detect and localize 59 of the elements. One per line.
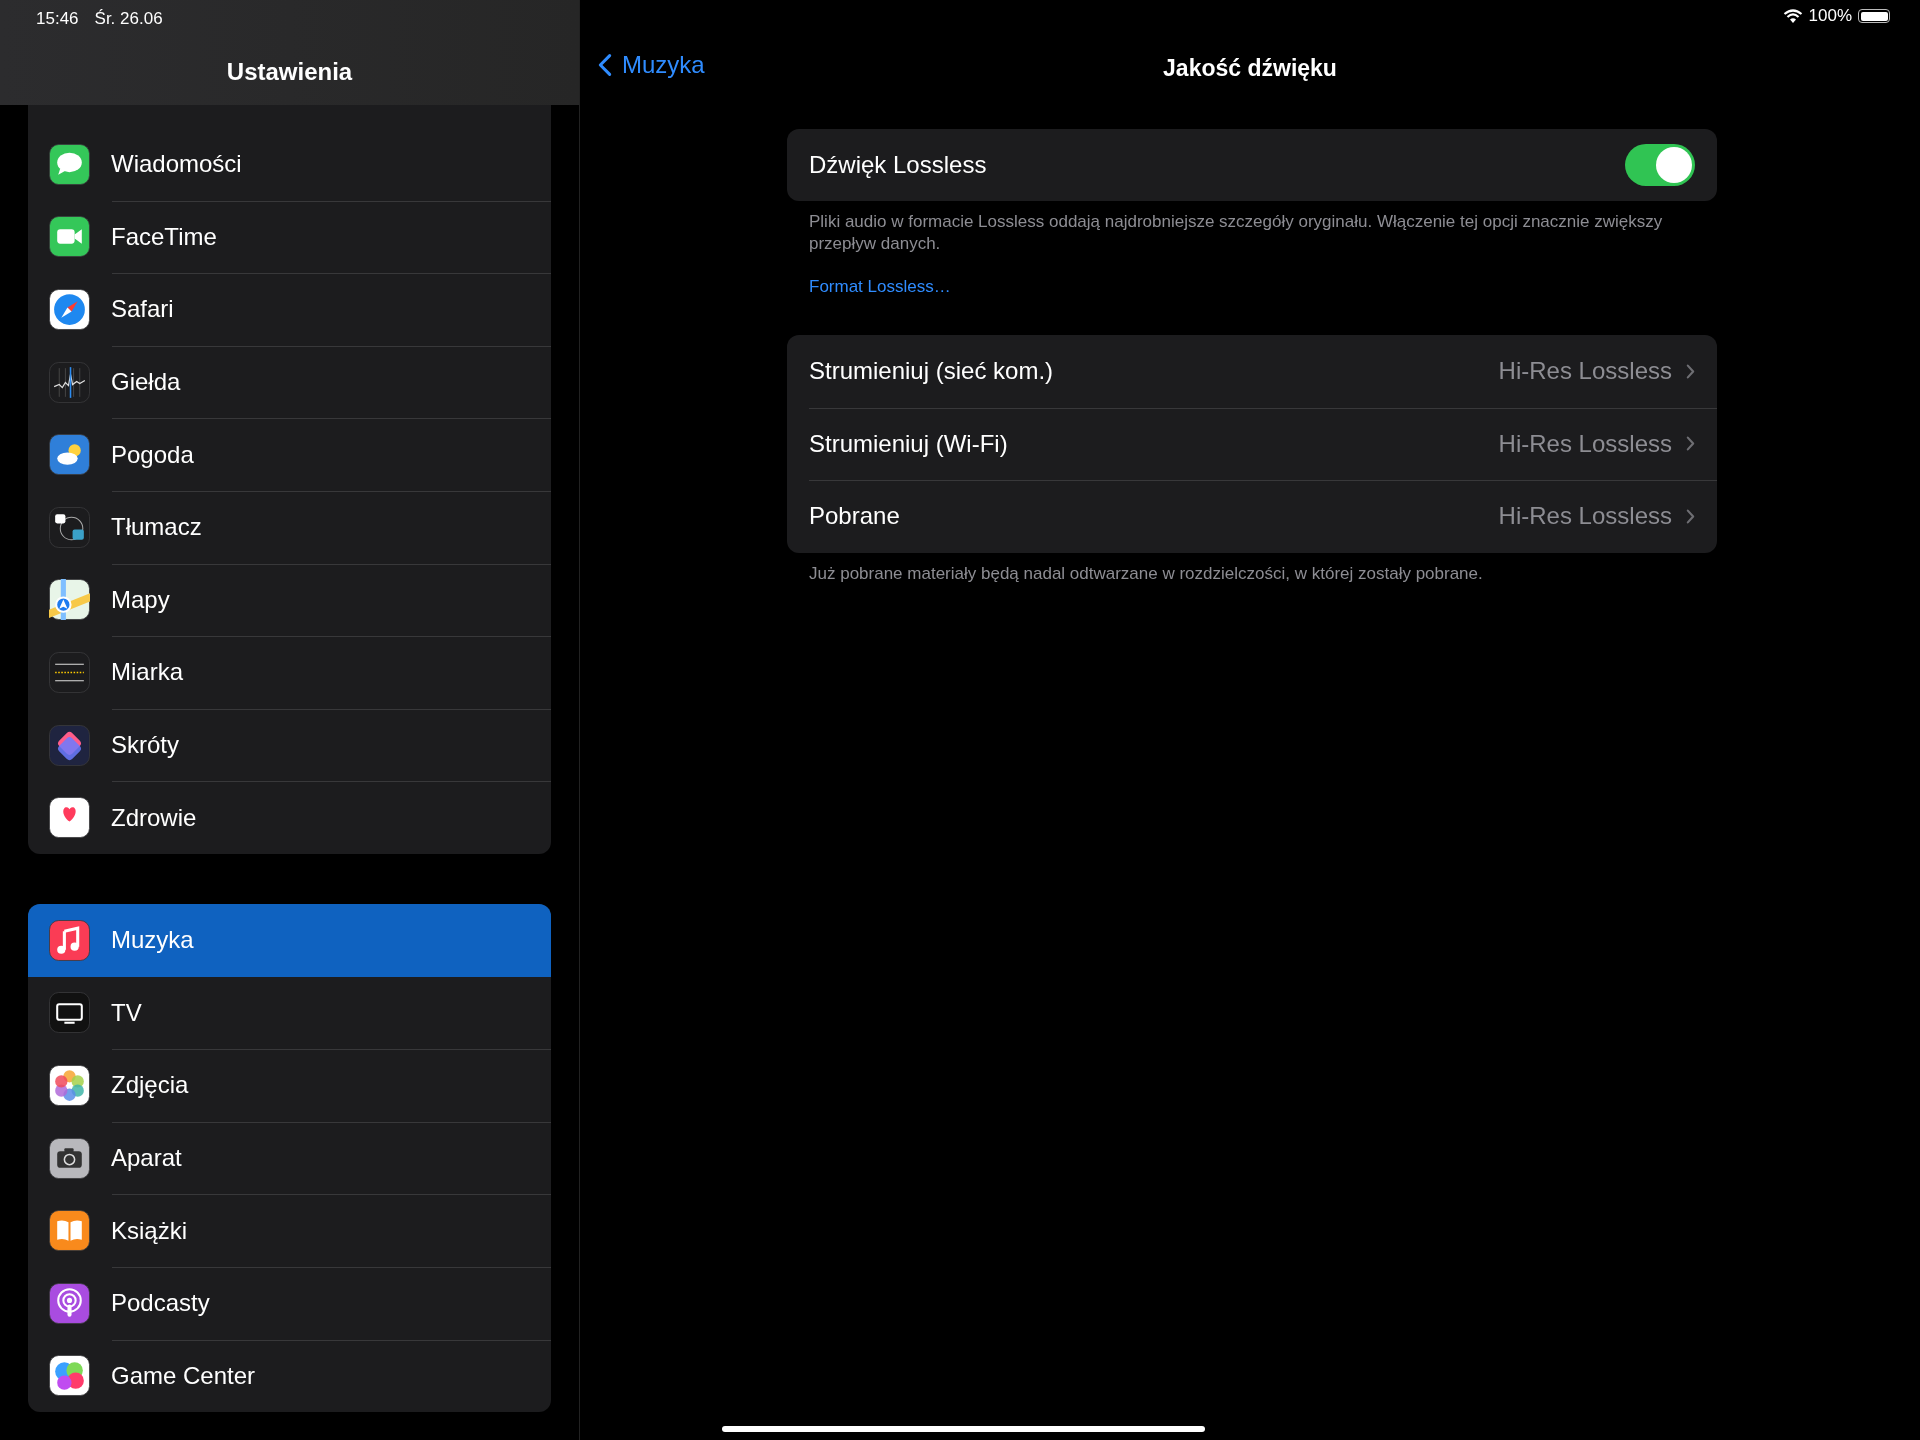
toggle-switch[interactable] <box>1625 144 1695 186</box>
setting-label: Strumieniuj (sieć kom.) <box>809 357 1055 386</box>
setting-value: Hi-Res Lossless <box>1498 502 1672 531</box>
sidebar-item[interactable]: Muzyka <box>28 903 551 977</box>
battery-percent: 100% <box>1808 6 1852 26</box>
book-icon <box>49 1210 90 1252</box>
bubbles-icon <box>49 1355 90 1397</box>
sidebar-item[interactable]: TV <box>28 976 551 1050</box>
tv-icon <box>49 992 90 1034</box>
sidebar-item[interactable]: Książki <box>28 1194 551 1267</box>
setting-label: Pobrane <box>809 502 901 531</box>
footer-text: Pliki audio w formacie Lossless oddają najdrobniejsze szczegóły oryginału. Włączenie tej opcji znacznie zwiększy przepływ danych. <box>808 211 1664 255</box>
sidebar-item[interactable]: Mapy <box>28 563 551 637</box>
music-note-icon <box>49 919 90 961</box>
sidebar-item[interactable]: FaceTime <box>28 200 551 274</box>
status-time: 15:46 <box>36 9 79 29</box>
sidebar-item[interactable]: Wiadomości <box>28 128 551 201</box>
sidebar-title: Ustawienia <box>225 58 354 86</box>
translate-icon <box>49 506 90 548</box>
chevron-icon <box>1686 509 1695 524</box>
camera-icon <box>49 1137 90 1179</box>
back-button[interactable]: Muzyka <box>598 51 705 79</box>
settings-row[interactable]: Pobrane Hi-Res Lossless <box>787 480 1717 553</box>
page-title: Jakość dźwięku <box>1163 54 1337 82</box>
sidebar-item[interactable]: Aparat <box>28 1121 551 1195</box>
sidebar-item[interactable]: Miarka <box>28 636 551 709</box>
sidebar-item[interactable]: Skróty <box>28 708 551 782</box>
settings-row[interactable]: Strumieniuj (sieć kom.) Hi-Res Lossless <box>787 335 1717 408</box>
sidebar-item[interactable]: Zdjęcia <box>28 1049 551 1122</box>
cloud-sun-icon <box>49 434 90 476</box>
sidebar-item[interactable]: Pogoda <box>28 418 551 491</box>
sidebar-item[interactable]: Tłumacz <box>28 490 551 564</box>
sidebar-item[interactable]: Zdrowie <box>28 781 551 854</box>
map-icon <box>49 579 90 621</box>
stock-chart-icon <box>49 361 90 403</box>
format-link[interactable]: Format Lossless… <box>809 277 951 297</box>
chat-bubble-icon <box>49 143 90 185</box>
compass-icon <box>49 289 90 330</box>
setting-label: Strumieniuj (Wi-Fi) <box>809 429 1009 458</box>
podcast-icon <box>49 1282 90 1324</box>
chevron-icon <box>1686 436 1695 452</box>
layers-icon <box>49 724 90 766</box>
sidebar-item[interactable]: Podcasty <box>28 1266 551 1340</box>
battery-icon <box>1858 9 1890 23</box>
chevron-icon <box>1686 363 1695 379</box>
sidebar-item[interactable]: Game Center <box>28 1339 551 1413</box>
wifi-icon <box>1782 8 1803 24</box>
setting-value: Hi-Res Lossless <box>1498 429 1672 458</box>
status-date: Śr. 26.06 <box>94 9 163 29</box>
sidebar-item[interactable]: Giełda <box>28 345 551 419</box>
ruler-icon <box>49 651 90 693</box>
setting-label: Dźwięk Lossless <box>809 151 988 179</box>
flower-icon <box>49 1064 90 1106</box>
footer-text: Już pobrane materiały będą nadal odtwarzane w rozdzielczości, w której zostały pobrane. <box>808 562 1484 585</box>
settings-row[interactable]: Strumieniuj (Wi-Fi) Hi-Res Lossless <box>787 407 1717 481</box>
sidebar-item[interactable]: Safari <box>28 273 551 346</box>
setting-value: Hi-Res Lossless <box>1498 357 1672 386</box>
chevron-icon <box>598 53 612 77</box>
video-camera-icon <box>49 216 90 258</box>
